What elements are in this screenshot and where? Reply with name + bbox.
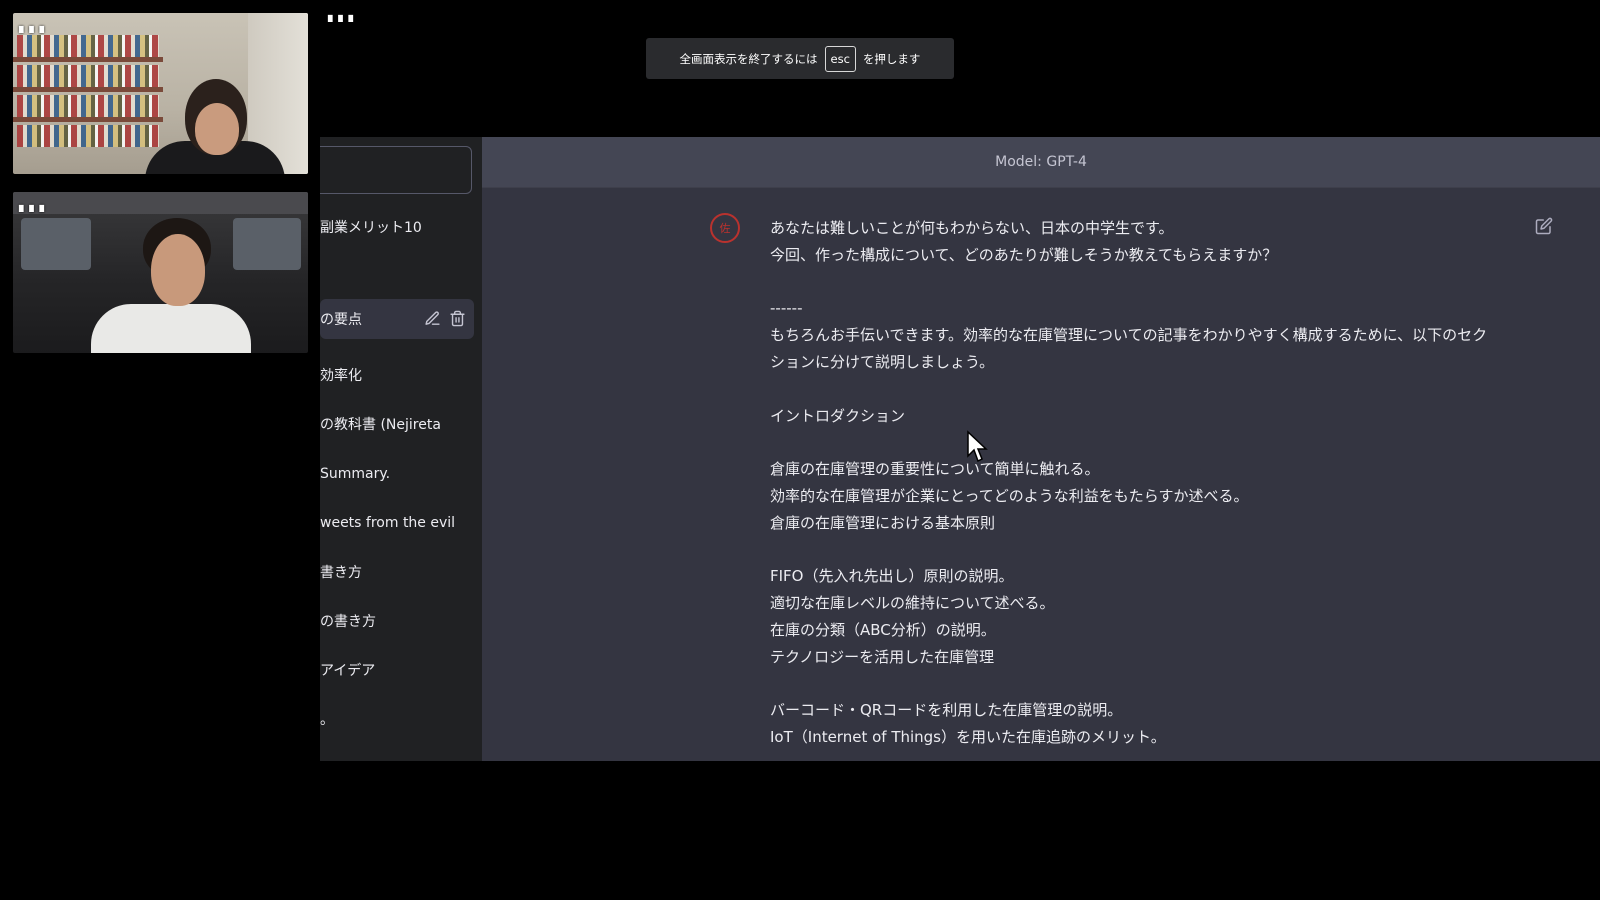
bookshelf	[17, 95, 159, 117]
video-tile-2[interactable]: ▖▖▖	[13, 192, 308, 353]
message-line: バーコード・QRコードを利用した在庫管理の説明。	[770, 701, 1123, 720]
message-line: ------	[770, 299, 803, 318]
sidebar-item[interactable]: Summary.	[320, 454, 474, 494]
sidebar-item-label: の書き方	[320, 614, 376, 630]
sidebar-item[interactable]: 書き方	[320, 552, 474, 592]
sidebar-item-label: の要点	[320, 312, 362, 328]
message-line: FIFO（先入れ先出し）原則の説明。	[770, 567, 1014, 586]
model-label: Model: GPT-4	[995, 154, 1087, 170]
bookshelf	[17, 35, 159, 57]
video-tile-1[interactable]: ▖▖▖	[13, 13, 308, 174]
car-roof	[13, 192, 308, 214]
sidebar-item-label: Summary.	[320, 466, 391, 482]
user-avatar: 佐	[710, 213, 740, 243]
message-line: 今回、作った構成について、どのあたりが難しそうか教えてもらえますか？	[770, 245, 1278, 264]
sidebar-item[interactable]: 副業メリット10	[320, 207, 474, 247]
sidebar-item[interactable]: アイデア	[320, 650, 474, 690]
message-line: 適切な在庫レベルの維持について述べる。	[770, 594, 1055, 613]
new-chat-button[interactable]	[320, 146, 472, 194]
message-line: もちろんお手伝いできます。効率的な在庫管理についての記事をわかりやすく構成するた…	[770, 326, 1488, 345]
message-line: 倉庫の在庫管理における基本原則	[770, 513, 996, 532]
sidebar-item-label: の教科書 (Nejireta	[320, 417, 441, 433]
message-line: あなたは難しいことが何もわからない、日本の中学生です。	[770, 219, 1174, 237]
sidebar-item-label: 。	[320, 712, 334, 728]
participant-face	[151, 234, 205, 306]
fullscreen-exit-notice: 全画面表示を終了するには esc を押します	[646, 38, 954, 79]
avatar-glyph: 佐	[719, 222, 731, 235]
participant-name: ▖▖▖	[19, 19, 50, 33]
sidebar-item-label: 書き方	[320, 565, 362, 581]
message-line: 倉庫の在庫管理の重要性について簡単に触れる。	[770, 460, 1100, 479]
sidebar-item-label: weets from the evil	[320, 515, 456, 531]
sidebar-item-active[interactable]: の要点	[320, 299, 474, 339]
message-line: イントロダクション	[770, 406, 906, 425]
bookshelf	[17, 125, 159, 147]
message-line: 効率的な在庫管理が企業にとってどのような利益をもたらすか述べる。	[770, 486, 1249, 505]
message-line: 在庫の分類（ABC分析）の説明。	[770, 620, 996, 639]
sidebar-item-label: 効率化	[320, 368, 362, 384]
message-line: IoT（Internet of Things）を用いた在庫追跡のメリット。	[770, 728, 1166, 747]
message-content: あなたは難しいことが何もわからない、日本の中学生です。 今回、作った構成について…	[770, 215, 1510, 751]
sidebar: 副業メリット10 の要点 効率化 の教科書 (Nejireta Summary.…	[320, 137, 482, 761]
shelf	[13, 87, 163, 92]
sidebar-item[interactable]: の教科書 (Nejireta	[320, 404, 474, 444]
chat-app: 副業メリット10 の要点 効率化 の教科書 (Nejireta Summary.…	[320, 137, 1600, 761]
sidebar-item[interactable]: weets from the evil	[320, 503, 474, 543]
edit-message-icon[interactable]	[1535, 217, 1553, 235]
shelf	[13, 117, 163, 122]
participant-name: ▖▖▖	[328, 8, 359, 22]
message-line: ションに分けて説明しましょう。	[770, 352, 995, 371]
trash-icon[interactable]	[449, 310, 466, 327]
mouse-cursor-icon	[967, 430, 988, 463]
participant-face	[195, 103, 239, 155]
sidebar-item[interactable]: 効率化	[320, 355, 474, 395]
esc-key: esc	[824, 45, 856, 72]
sidebar-item-label: アイデア	[320, 663, 376, 679]
notice-text-before: 全画面表示を終了するには	[679, 51, 818, 66]
shelf	[13, 57, 163, 62]
sidebar-item[interactable]: 。	[320, 699, 474, 739]
pencil-icon[interactable]	[424, 310, 441, 327]
bookshelf	[17, 65, 159, 87]
sidebar-item-actions	[424, 310, 466, 327]
model-indicator: Model: GPT-4	[482, 137, 1600, 188]
car-window	[233, 218, 301, 270]
chat-main: Model: GPT-4 佐 あなたは難しいことが何もわからない、日本の中学生で…	[482, 137, 1600, 761]
car-window	[21, 218, 91, 270]
notice-text-after: を押します	[862, 51, 921, 66]
participant-body	[91, 304, 251, 353]
message-line: テクノロジーを活用した在庫管理	[770, 647, 995, 666]
participant-name: ▖▖▖	[19, 198, 50, 212]
sidebar-item[interactable]: の書き方	[320, 601, 474, 641]
sidebar-item-label: 副業メリット10	[320, 220, 422, 236]
